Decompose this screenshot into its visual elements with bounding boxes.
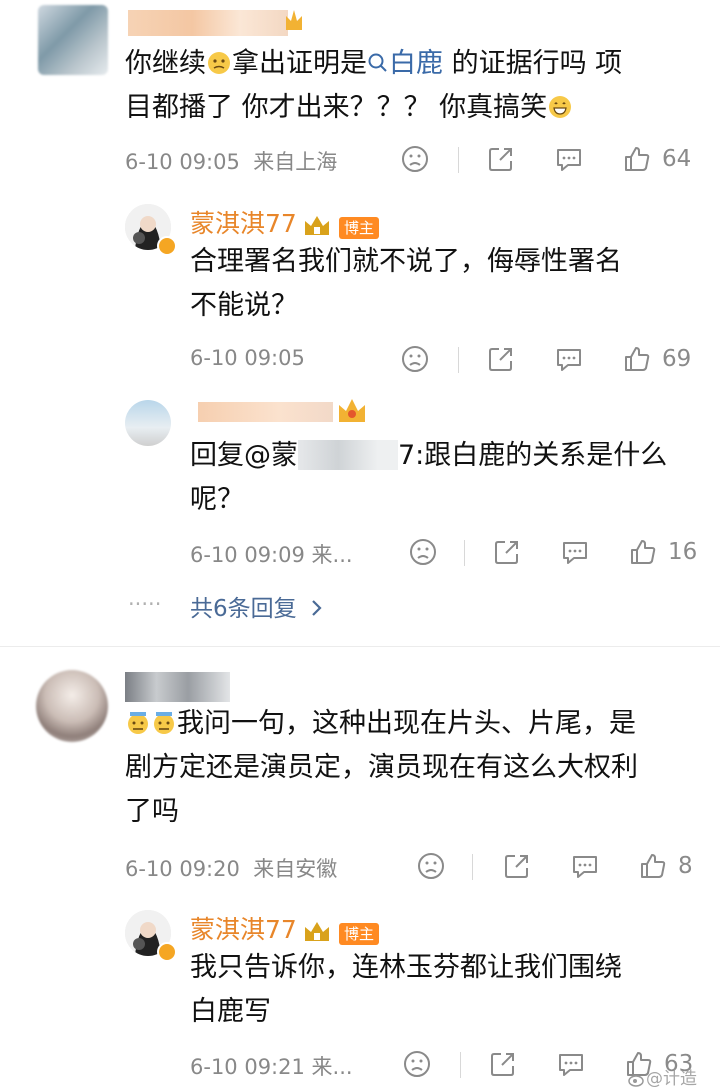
grin-emoji-icon bbox=[547, 90, 573, 118]
share-icon bbox=[495, 541, 518, 564]
username-blurred[interactable] bbox=[198, 402, 333, 422]
weibo-logo-icon bbox=[628, 1071, 646, 1092]
reply-meta: 6-10 09:09 来... bbox=[190, 543, 353, 567]
comment-text: 你继续 拿出证明是 白鹿 的证据行吗 项 bbox=[125, 42, 622, 88]
vip-crown-icon bbox=[302, 919, 332, 949]
topic-link[interactable]: 白鹿 bbox=[367, 48, 443, 79]
like-button[interactable]: 16 bbox=[628, 532, 697, 572]
frown-face-icon bbox=[402, 346, 428, 372]
like-count: 64 bbox=[662, 146, 692, 172]
comment-text-line2: 剧方定还是演员定，演员现在有这么大权利 bbox=[125, 752, 638, 783]
dislike-button[interactable] bbox=[402, 1044, 432, 1084]
comment-actions: 8 bbox=[416, 846, 706, 886]
dislike-button[interactable] bbox=[400, 139, 430, 179]
watermark: @计造 bbox=[628, 1064, 697, 1092]
dislike-button[interactable] bbox=[400, 339, 430, 379]
share-button[interactable] bbox=[502, 846, 532, 886]
reply-header: 蒙淇淇77 博主 bbox=[190, 910, 380, 949]
username-blurred[interactable] bbox=[125, 672, 230, 702]
comment-meta: 6-10 09:05 来自上海 bbox=[125, 150, 338, 174]
reply-header: 蒙淇淇77 博主 bbox=[190, 204, 380, 243]
frown-face-icon bbox=[402, 146, 428, 172]
thinking-emoji-icon bbox=[206, 46, 232, 74]
vip-crown-icon bbox=[336, 396, 368, 426]
more-replies-link[interactable]: 共6条回复 bbox=[190, 589, 324, 624]
avatar[interactable] bbox=[125, 400, 171, 446]
reply-button[interactable] bbox=[554, 339, 584, 379]
thumbs-up-icon bbox=[631, 540, 656, 564]
share-button[interactable] bbox=[486, 139, 516, 179]
reply-meta: 6-10 09:21 来... bbox=[190, 1055, 353, 1079]
like-button[interactable]: 69 bbox=[622, 339, 691, 379]
share-button[interactable] bbox=[492, 532, 522, 572]
vip-crown-icon bbox=[283, 6, 305, 32]
thumbs-up-icon bbox=[625, 147, 650, 171]
username[interactable]: 蒙淇淇77 bbox=[190, 915, 297, 944]
reply-text: 合理署名我们就不说了，侮辱性署名 bbox=[190, 246, 622, 277]
share-icon bbox=[489, 348, 512, 371]
sweat-emoji-icon bbox=[151, 706, 177, 734]
search-icon bbox=[367, 44, 389, 88]
reply-button[interactable] bbox=[556, 1044, 586, 1084]
share-icon bbox=[491, 1053, 514, 1076]
share-button[interactable] bbox=[488, 1044, 518, 1084]
blogger-badge: 博主 bbox=[339, 922, 380, 945]
share-icon bbox=[505, 855, 528, 878]
reply-text: 我只告诉你，连林玉芬都让我们围绕 bbox=[190, 952, 622, 983]
dislike-button[interactable] bbox=[416, 846, 446, 886]
reply-text-line2: 白鹿写 bbox=[190, 996, 271, 1027]
comment-bubble-icon bbox=[563, 542, 587, 564]
comment-bubble-icon bbox=[559, 1054, 583, 1076]
frown-face-icon bbox=[410, 539, 436, 565]
share-button[interactable] bbox=[486, 339, 516, 379]
verified-badge-icon bbox=[157, 236, 177, 256]
chevron-right-icon bbox=[310, 598, 324, 624]
comment-bubble-icon bbox=[573, 856, 597, 878]
comment-actions: 64 bbox=[400, 139, 700, 179]
avatar-blurred[interactable] bbox=[36, 670, 108, 742]
frown-face-icon bbox=[404, 1051, 430, 1077]
like-count: 8 bbox=[678, 853, 693, 879]
username-blurred[interactable] bbox=[128, 10, 288, 36]
comment-bubble-icon bbox=[557, 149, 581, 171]
like-count: 69 bbox=[662, 346, 692, 372]
avatar-blurred[interactable] bbox=[38, 5, 108, 75]
like-button[interactable]: 64 bbox=[622, 139, 691, 179]
reply-actions: 16 bbox=[408, 532, 698, 572]
reply-text-line2: 呢？ bbox=[190, 484, 244, 515]
like-count: 16 bbox=[668, 539, 698, 565]
reply-actions: 69 bbox=[400, 339, 700, 379]
comment-text: 我问一句，这种出现在片头、片尾，是 bbox=[125, 702, 636, 746]
thumbs-up-icon bbox=[641, 854, 666, 878]
mention-blurred bbox=[298, 440, 398, 470]
verified-badge-icon bbox=[157, 942, 177, 962]
divider bbox=[0, 646, 720, 647]
reply-button[interactable] bbox=[560, 532, 590, 572]
comment-bubble-icon bbox=[557, 349, 581, 371]
frown-face-icon bbox=[418, 853, 444, 879]
dots: ····· bbox=[128, 592, 162, 616]
reply-button[interactable] bbox=[570, 846, 600, 886]
vip-crown-icon bbox=[302, 213, 332, 243]
dislike-button[interactable] bbox=[408, 532, 438, 572]
reply-text: 回复@蒙 7:跟白鹿的关系是什么 bbox=[190, 440, 668, 471]
blogger-badge: 博主 bbox=[339, 216, 380, 239]
reply-meta: 6-10 09:05 bbox=[190, 346, 305, 370]
comment-meta: 6-10 09:20 来自安徽 bbox=[125, 857, 338, 881]
like-button[interactable]: 8 bbox=[638, 846, 693, 886]
comment-text-line2: 目都播了 你才出来？？？ 你真搞笑 bbox=[125, 86, 573, 130]
thumbs-up-icon bbox=[625, 347, 650, 371]
reply-text-line2: 不能说？ bbox=[190, 290, 298, 321]
username[interactable]: 蒙淇淇77 bbox=[190, 209, 297, 238]
sweat-emoji-icon bbox=[125, 706, 151, 734]
comment-text-line3: 了吗 bbox=[125, 796, 179, 827]
share-icon bbox=[489, 148, 512, 171]
reply-button[interactable] bbox=[554, 139, 584, 179]
